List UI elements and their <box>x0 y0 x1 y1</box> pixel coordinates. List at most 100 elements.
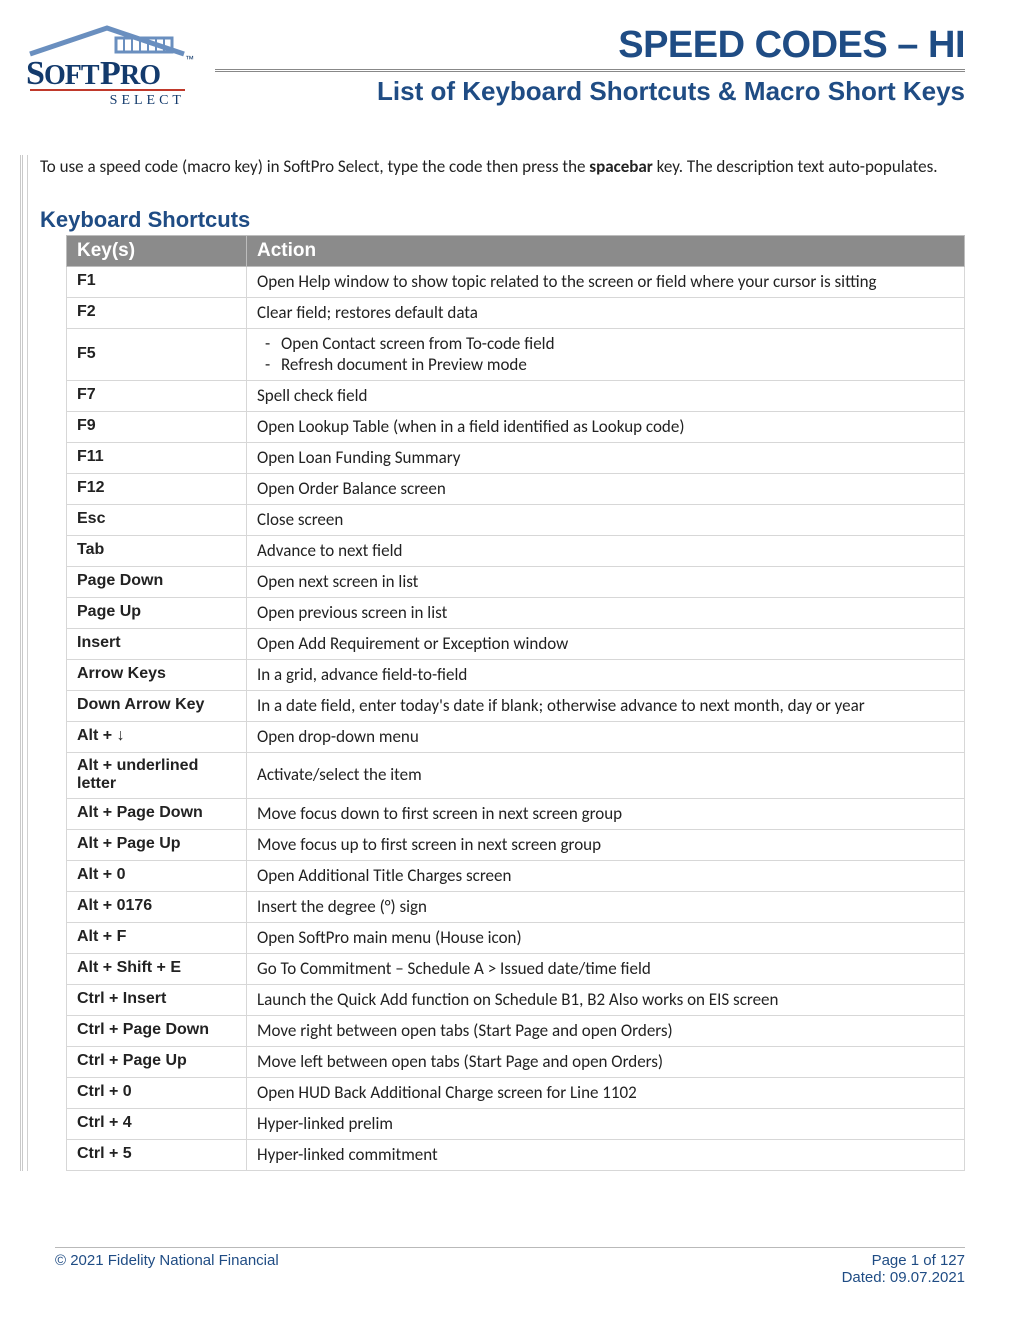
table-row: F11Open Loan Funding Summary <box>67 442 965 473</box>
table-row: Alt + Page UpMove focus up to first scre… <box>67 829 965 860</box>
action-cell: Go To Commitment – Schedule A > Issued d… <box>247 953 965 984</box>
action-cell: Open drop-down menu <box>247 721 965 752</box>
footer-copyright: © 2021 Fidelity National Financial <box>55 1252 279 1269</box>
svg-text:P: P <box>100 55 120 92</box>
key-cell: Alt + Shift + E <box>67 953 247 984</box>
action-cell: In a grid, advance field-to-field <box>247 659 965 690</box>
intro-post: key. The description text auto-populates… <box>653 156 938 177</box>
list-item: Open Contact screen from To-code field <box>265 333 954 354</box>
shortcuts-table: Key(s) Action F1Open Help window to show… <box>66 235 965 1171</box>
table-row: F2Clear field; restores default data <box>67 297 965 328</box>
key-cell: Tab <box>67 535 247 566</box>
key-cell: F7 <box>67 380 247 411</box>
list-item: Refresh document in Preview mode <box>265 354 954 375</box>
action-cell: Open Help window to show topic related t… <box>247 266 965 297</box>
table-row: Down Arrow KeyIn a date field, enter tod… <box>67 690 965 721</box>
key-cell: Alt + Page Up <box>67 829 247 860</box>
action-cell: Launch the Quick Add function on Schedul… <box>247 984 965 1015</box>
table-row: Alt + 0Open Additional Title Charges scr… <box>67 860 965 891</box>
table-row: Ctrl + Page UpMove left between open tab… <box>67 1046 965 1077</box>
table-row: Alt + ↓Open drop-down menu <box>67 721 965 752</box>
key-cell: Ctrl + Insert <box>67 984 247 1015</box>
action-cell: Spell check field <box>247 380 965 411</box>
action-cell: Open Order Balance screen <box>247 473 965 504</box>
title-rule <box>215 69 965 72</box>
table-row: InsertOpen Add Requirement or Exception … <box>67 628 965 659</box>
action-cell: Open Additional Title Charges screen <box>247 860 965 891</box>
svg-text:SELECT: SELECT <box>110 93 185 106</box>
key-cell: F9 <box>67 411 247 442</box>
key-cell: F5 <box>67 328 247 380</box>
svg-text:OFT: OFT <box>44 60 100 91</box>
table-row: TabAdvance to next field <box>67 535 965 566</box>
key-cell: Ctrl + Page Down <box>67 1015 247 1046</box>
table-row: F12Open Order Balance screen <box>67 473 965 504</box>
table-row: F9Open Lookup Table (when in a field ide… <box>67 411 965 442</box>
action-cell: Open HUD Back Additional Charge screen f… <box>247 1077 965 1108</box>
col-action: Action <box>247 235 965 266</box>
key-cell: Ctrl + 4 <box>67 1108 247 1139</box>
action-cell: Open Contact screen from To-code fieldRe… <box>247 328 965 380</box>
action-cell: Clear field; restores default data <box>247 297 965 328</box>
table-row: Page DownOpen next screen in list <box>67 566 965 597</box>
action-cell: Insert the degree (°) sign <box>247 891 965 922</box>
action-cell: Move left between open tabs (Start Page … <box>247 1046 965 1077</box>
action-cell: Move right between open tabs (Start Page… <box>247 1015 965 1046</box>
action-cell: Hyper-linked prelim <box>247 1108 965 1139</box>
action-cell: Activate/select the item <box>247 752 965 798</box>
action-cell: Open SoftPro main menu (House icon) <box>247 922 965 953</box>
action-cell: Move focus down to first screen in next … <box>247 798 965 829</box>
table-row: Alt + 0176Insert the degree (°) sign <box>67 891 965 922</box>
table-row: Ctrl + 4Hyper-linked prelim <box>67 1108 965 1139</box>
table-row: Alt + underlined letterActivate/select t… <box>67 752 965 798</box>
table-row: Ctrl + 0Open HUD Back Additional Charge … <box>67 1077 965 1108</box>
svg-text:S: S <box>26 55 44 92</box>
key-cell: Page Up <box>67 597 247 628</box>
table-row: Ctrl + InsertLaunch the Quick Add functi… <box>67 984 965 1015</box>
key-cell: Arrow Keys <box>67 659 247 690</box>
footer-page: Page 1 of 127 <box>842 1252 965 1269</box>
key-cell: Alt + F <box>67 922 247 953</box>
page-footer: © 2021 Fidelity National Financial Page … <box>55 1247 965 1286</box>
action-cell: Open Add Requirement or Exception window <box>247 628 965 659</box>
table-row: Ctrl + Page DownMove right between open … <box>67 1015 965 1046</box>
key-cell: Alt + ↓ <box>67 721 247 752</box>
svg-text:™: ™ <box>185 54 194 64</box>
table-row: F5Open Contact screen from To-code field… <box>67 328 965 380</box>
table-row: F7Spell check field <box>67 380 965 411</box>
key-cell: Alt + 0 <box>67 860 247 891</box>
key-cell: Alt + 0176 <box>67 891 247 922</box>
svg-text:RO: RO <box>120 60 160 91</box>
key-cell: Insert <box>67 628 247 659</box>
table-row: Ctrl + 5Hyper-linked commitment <box>67 1139 965 1170</box>
key-cell: F11 <box>67 442 247 473</box>
action-cell: Close screen <box>247 504 965 535</box>
table-row: Page UpOpen previous screen in list <box>67 597 965 628</box>
intro-text: To use a speed code (macro key) in SoftP… <box>40 155 965 179</box>
softpro-logo: S OFT P RO ™ SELECT <box>20 20 195 106</box>
table-row: EscClose screen <box>67 504 965 535</box>
key-cell: Esc <box>67 504 247 535</box>
doc-title: SPEED CODES – HI <box>215 24 965 67</box>
section-heading: Keyboard Shortcuts <box>40 207 965 233</box>
action-cell: Open Loan Funding Summary <box>247 442 965 473</box>
action-cell: Open Lookup Table (when in a field ident… <box>247 411 965 442</box>
intro-pre: To use a speed code (macro key) in SoftP… <box>40 156 589 177</box>
key-cell: Ctrl + Page Up <box>67 1046 247 1077</box>
col-keys: Key(s) <box>67 235 247 266</box>
key-cell: Down Arrow Key <box>67 690 247 721</box>
action-cell: In a date field, enter today's date if b… <box>247 690 965 721</box>
key-cell: F12 <box>67 473 247 504</box>
key-cell: F1 <box>67 266 247 297</box>
key-cell: Alt + Page Down <box>67 798 247 829</box>
key-cell: Ctrl + 5 <box>67 1139 247 1170</box>
key-cell: Ctrl + 0 <box>67 1077 247 1108</box>
table-row: Alt + Shift + EGo To Commitment – Schedu… <box>67 953 965 984</box>
action-cell: Move focus up to first screen in next sc… <box>247 829 965 860</box>
table-row: Alt + FOpen SoftPro main menu (House ico… <box>67 922 965 953</box>
action-cell: Open previous screen in list <box>247 597 965 628</box>
key-cell: Page Down <box>67 566 247 597</box>
table-row: Alt + Page DownMove focus down to first … <box>67 798 965 829</box>
table-row: Arrow KeysIn a grid, advance field-to-fi… <box>67 659 965 690</box>
footer-dated: Dated: 09.07.2021 <box>842 1269 965 1286</box>
